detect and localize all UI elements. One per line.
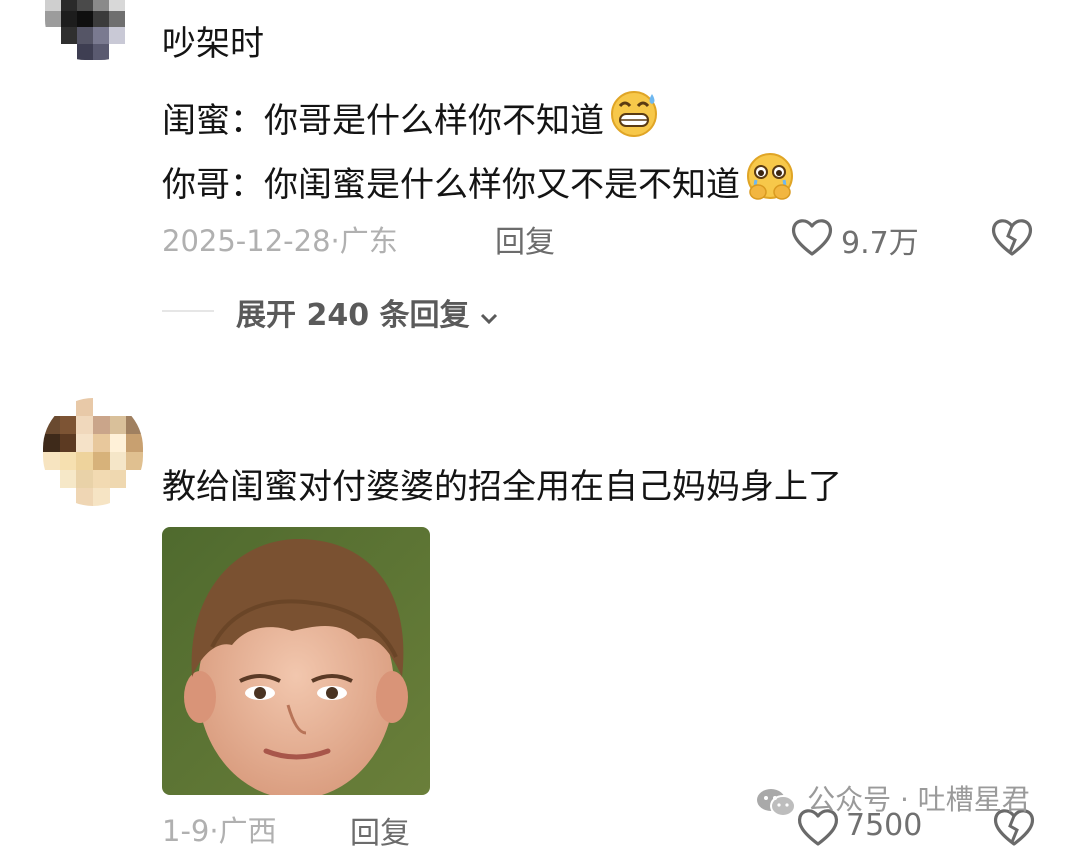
expand-replies-button[interactable]: 展开 240 条回复	[236, 290, 499, 334]
reply-button[interactable]: 回复	[495, 217, 555, 261]
comment-text-line: 吵架时	[162, 24, 264, 64]
comment-image[interactable]	[162, 527, 430, 795]
broken-heart-icon[interactable]	[990, 216, 1034, 258]
avatar[interactable]	[43, 398, 143, 506]
comment-text: 闺蜜：你哥是什么样你不知道	[162, 101, 604, 141]
like-count: 9.7万	[841, 226, 919, 261]
comment-meta: 2025-12-28·广东	[162, 224, 398, 258]
watermark: 公众号 · 吐槽星君	[756, 778, 1030, 823]
heart-outline-icon[interactable]	[790, 216, 834, 258]
expand-replies-label: 展开 240 条回复	[236, 298, 470, 333]
comment-meta: 1-9·广西	[162, 814, 277, 848]
reply-button[interactable]: 回复	[350, 808, 410, 852]
chevron-down-icon	[479, 311, 499, 330]
comment-text-line: 闺蜜：你哥是什么样你不知道	[162, 88, 660, 149]
avatar[interactable]	[45, 0, 141, 60]
watermark-text: 公众号 · 吐槽星君	[807, 783, 1030, 816]
grinning-sweat-emoji	[608, 88, 660, 149]
divider	[162, 310, 214, 312]
comment-text: 教给闺蜜对付婆婆的招全用在自己妈妈身上了	[162, 467, 842, 507]
comment-text: 你哥：你闺蜜是什么样你又不是不知道	[162, 165, 740, 205]
holding-back-tears-emoji	[744, 152, 798, 213]
comment-text-line: 你哥：你闺蜜是什么样你又不是不知道	[162, 152, 798, 213]
wechat-icon	[756, 787, 796, 823]
